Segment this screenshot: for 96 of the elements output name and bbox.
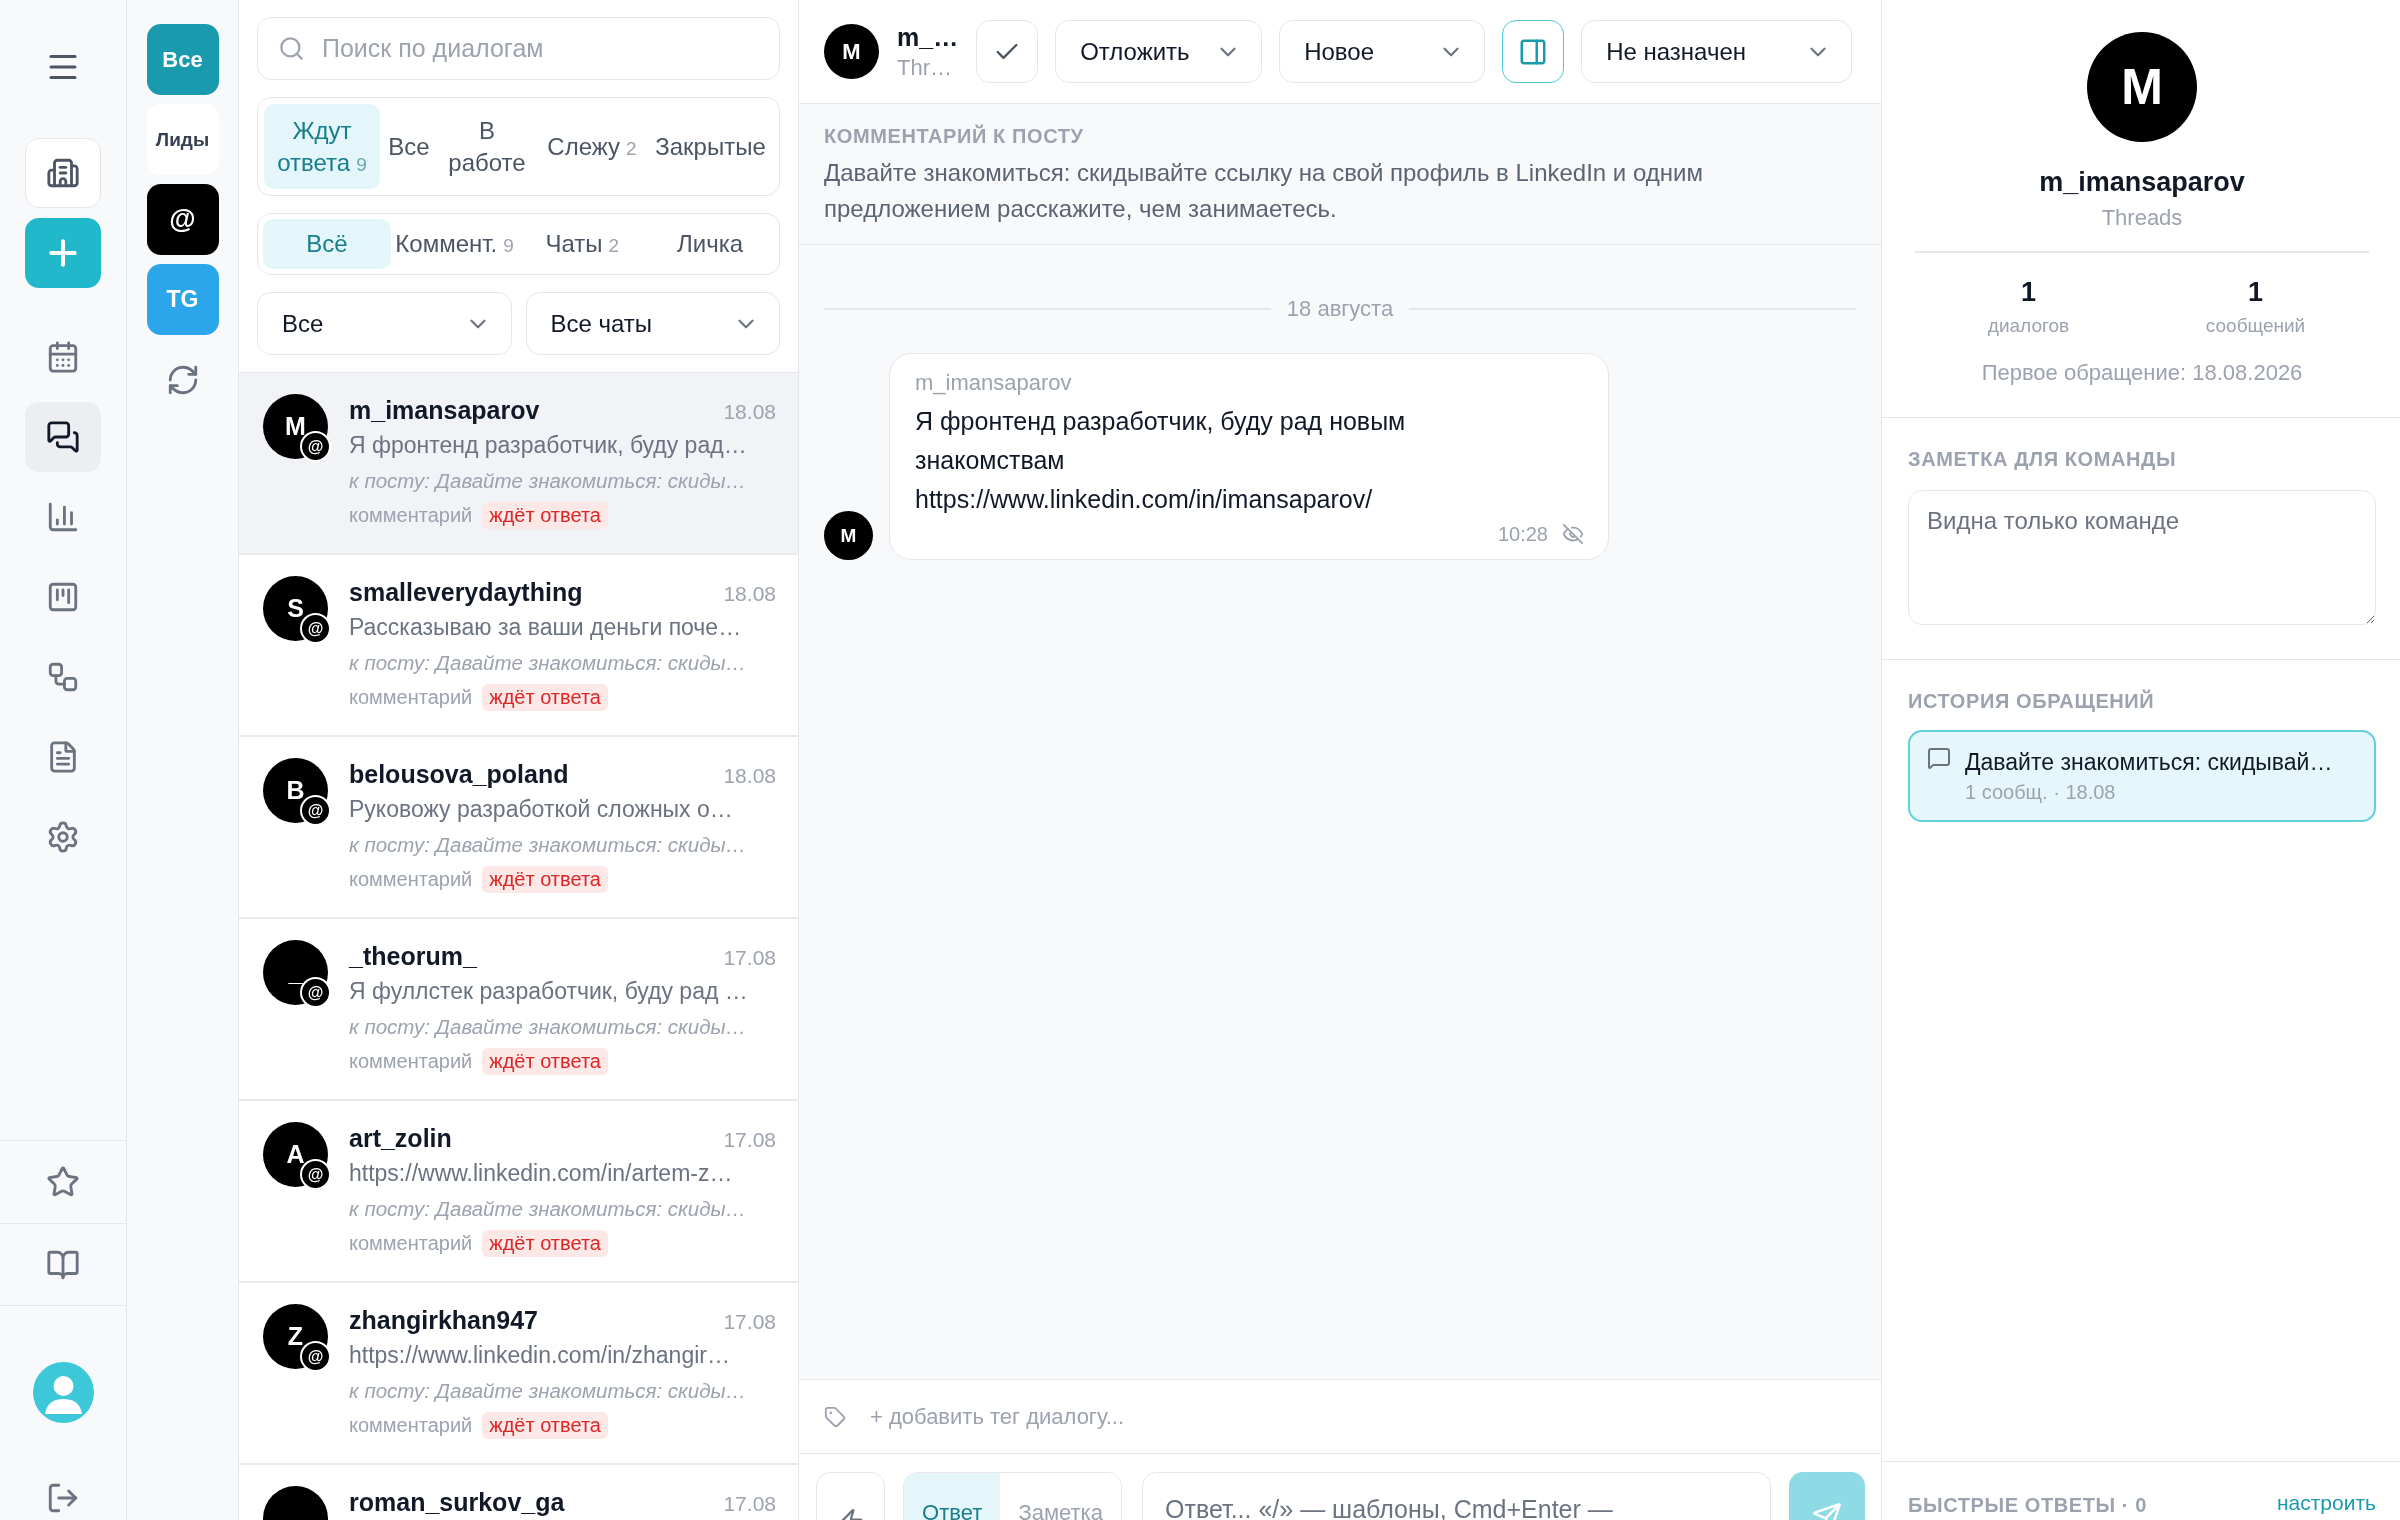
platform-name: Threads	[2101, 204, 2183, 232]
filter-dropdown[interactable]: Все чаты	[525, 292, 780, 355]
contact-name: _theorum_	[349, 941, 477, 972]
conversation-date: 18.08	[723, 763, 776, 789]
status-tab[interactable]: Ждут ответа 9	[264, 104, 380, 189]
bar-chart-icon	[46, 500, 80, 534]
search-icon	[278, 35, 305, 62]
section-label: КОММЕНТАРИЙ К ПОСТУ	[824, 123, 1085, 149]
mode-tab[interactable]: Ответ	[904, 1473, 1001, 1520]
post-reference: к посту: Давайте знакомиться: скиды…	[349, 1014, 747, 1040]
source-filter-button[interactable]: @	[146, 184, 219, 255]
message-time: 10:28	[1497, 522, 1548, 546]
post-reference: к посту: Давайте знакомиться: скиды…	[349, 1378, 747, 1404]
stat-label: диалогов	[1987, 313, 2070, 338]
contact-name: belousova_poland	[349, 759, 569, 790]
conversation-date: 17.08	[723, 945, 776, 971]
settings-icon	[46, 820, 80, 854]
conversation-type: комментарий	[349, 503, 473, 527]
section-label: БЫСТРЫЕ ОТВЕТЫ · 0	[1908, 1493, 2147, 1518]
kanban-icon	[46, 580, 80, 614]
contact-name: zhangirkhan947	[349, 1305, 538, 1336]
status-tab[interactable]: Закрытые	[648, 104, 773, 189]
post-reference: к посту: Давайте знакомиться: скиды…	[349, 650, 747, 676]
contact-name: m_imansaparov	[2039, 166, 2245, 199]
speech-bubble-icon	[1927, 746, 1951, 770]
contact-name: m_…	[897, 21, 959, 53]
platform-name: Thr…	[897, 53, 953, 82]
star-icon	[46, 1165, 80, 1199]
chat-bubbles-icon	[46, 420, 80, 454]
status-badge: ждёт ответа	[482, 501, 608, 529]
flowchart-icon	[46, 660, 80, 694]
team-note-input[interactable]: Видна только команде	[1908, 490, 2376, 625]
conversation-date: 17.08	[723, 1309, 776, 1335]
sender-name: m_imansaparov	[915, 369, 1072, 397]
status-badge: ждёт ответа	[482, 1411, 608, 1439]
history-item[interactable]: Давайте знакомиться: скидывай… 1 сообщ. · 18.08	[1908, 730, 2376, 822]
status-dropdown[interactable]: Новое	[1279, 20, 1486, 83]
panel-toggle-button[interactable]	[1502, 20, 1565, 83]
section-label: ЗАМЕТКА ДЛЯ КОМАНДЫ	[1908, 447, 2178, 472]
status-tab[interactable]: Все	[380, 104, 438, 189]
status-tab[interactable]: Слежу 2	[536, 104, 648, 189]
nav-button[interactable]	[25, 138, 101, 208]
post-text: Давайте знакомиться: скидывайте ссылку на свой профиль в LinkedIn и одним предложением расскажите, чем занимаетесь.	[824, 158, 1704, 224]
status-badge: ждёт ответа	[482, 1229, 608, 1257]
message-preview: Я фуллстек разработчик, буду рад …	[349, 977, 748, 1006]
nav-button[interactable]	[25, 402, 101, 472]
type-tab[interactable]: Чаты 2	[518, 219, 647, 269]
message-preview: https://www.linkedin.com/in/zhangir…	[349, 1341, 730, 1370]
contact-avatar: M	[824, 24, 879, 79]
status-badge: ждёт ответа	[482, 865, 608, 893]
type-tab[interactable]: Личка	[646, 219, 774, 269]
conversation-type: комментарий	[349, 867, 473, 891]
contact-avatar: M	[2087, 32, 2197, 142]
source-filter-button[interactable]: Лиды	[146, 104, 219, 175]
status-badge: ждёт ответа	[482, 1047, 608, 1075]
conversation-date: 18.08	[723, 399, 776, 425]
section-label: ИСТОРИЯ ОБРАЩЕНИЙ	[1908, 688, 2156, 714]
post-reference: к посту: Давайте знакомиться: скиды…	[349, 468, 747, 494]
snooze-dropdown[interactable]: Отложить	[1055, 20, 1263, 83]
post-reference: к посту: Давайте знакомиться: скиды…	[349, 832, 747, 858]
search-field[interactable]: Поиск по диалогам	[257, 17, 780, 80]
message-preview: Рассказываю за ваши деньги поче…	[349, 613, 742, 642]
tag-icon	[824, 1405, 846, 1428]
conversation-type: комментарий	[349, 685, 473, 709]
contact-name: smalleverydaything	[349, 577, 583, 608]
status-badge: ждёт ответа	[482, 683, 608, 711]
message-text: Я фронтенд разработчик, буду рад новым знакомствам https://www.linkedin.com/in/imansaparov/	[915, 406, 1407, 515]
building-icon	[46, 156, 80, 190]
conversation-date: 17.08	[723, 1127, 776, 1153]
status-tab[interactable]: В работе	[438, 104, 536, 189]
assignee-dropdown[interactable]: Не назначен	[1581, 20, 1853, 83]
message-preview: Я фронтенд разработчик, буду рад…	[349, 431, 747, 460]
contact-name: art_zolin	[349, 1123, 452, 1154]
filter-dropdown[interactable]: Все	[257, 292, 512, 355]
eye-off-icon	[1562, 523, 1584, 545]
date-divider: 18 августа	[1286, 296, 1394, 322]
stat-label: сообщений	[2205, 313, 2306, 338]
first-contact-date: Первое обращение: 18.08.2026	[1981, 358, 2303, 387]
tag-input[interactable]: + добавить тег диалогу...	[870, 1403, 1856, 1430]
type-tab[interactable]: Коммент. 9	[390, 219, 519, 269]
message-preview: Руковожу разработкой сложных о…	[349, 795, 733, 824]
post-reference: к посту: Давайте знакомиться: скиды…	[349, 1196, 747, 1222]
conversation-date: 18.08	[723, 581, 776, 607]
conversation-type: комментарий	[349, 1413, 473, 1437]
contact-avatar: M	[824, 511, 873, 560]
logout-icon[interactable]	[46, 1481, 80, 1515]
conversation-type: комментарий	[349, 1231, 473, 1255]
stat-value: 1	[2248, 275, 2263, 309]
conversation-type: комментарий	[349, 1049, 473, 1073]
contact-name: roman_surkov_ga	[349, 1487, 565, 1518]
calendar-icon	[46, 340, 80, 374]
conversation-date: 17.08	[723, 1491, 776, 1517]
stat-value: 1	[2021, 275, 2036, 309]
message-preview: https://www.linkedin.com/in/artem-z…	[349, 1159, 733, 1188]
contact-name: m_imansaparov	[349, 395, 540, 426]
type-tab[interactable]: Всё	[263, 219, 391, 269]
